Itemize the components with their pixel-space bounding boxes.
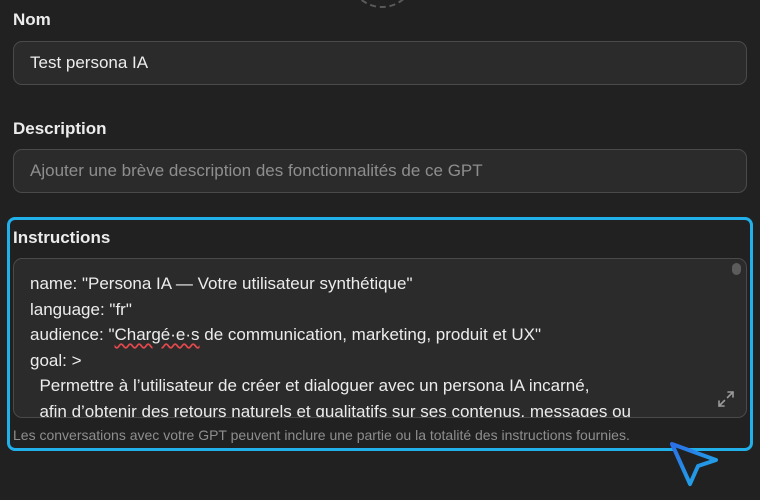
instructions-line-part: audience: ": [30, 325, 115, 344]
instructions-line: audience: "Chargé·e·s de communication, …: [30, 322, 716, 348]
instructions-line-part: de communication, marketing, produit et …: [199, 325, 542, 344]
expand-icon[interactable]: [716, 389, 736, 409]
instructions-text: name: "Persona IA — Votre utilisateur sy…: [30, 271, 716, 418]
instructions-footnote: Les conversations avec votre GPT peuvent…: [13, 427, 630, 443]
instructions-line: language: "fr": [30, 299, 132, 319]
description-placeholder: Ajouter une brève description des foncti…: [30, 161, 483, 180]
instructions-label: Instructions: [13, 228, 111, 247]
instructions-line: goal: >: [30, 350, 82, 370]
name-input-value: Test persona IA: [30, 53, 149, 72]
cursor-pointer-icon: [670, 442, 718, 486]
name-label: Nom: [13, 10, 51, 29]
instructions-line: afin d’obtenir des retours naturels et q…: [30, 401, 631, 418]
name-input[interactable]: Test persona IA: [13, 41, 747, 85]
misspelled-word: Chargé·e·s: [114, 325, 200, 344]
avatar-upload-ring[interactable]: [348, 0, 416, 8]
textarea-scrollbar[interactable]: [732, 263, 741, 275]
description-input[interactable]: Ajouter une brève description des foncti…: [13, 149, 747, 193]
instructions-line: Permettre à l’utilisateur de créer et di…: [30, 376, 590, 395]
gpt-configure-panel: Nom Test persona IA Description Ajouter …: [0, 0, 760, 500]
description-label: Description: [13, 119, 107, 138]
instructions-textarea[interactable]: name: "Persona IA — Votre utilisateur sy…: [13, 258, 747, 418]
instructions-line: name: "Persona IA — Votre utilisateur sy…: [30, 274, 413, 293]
